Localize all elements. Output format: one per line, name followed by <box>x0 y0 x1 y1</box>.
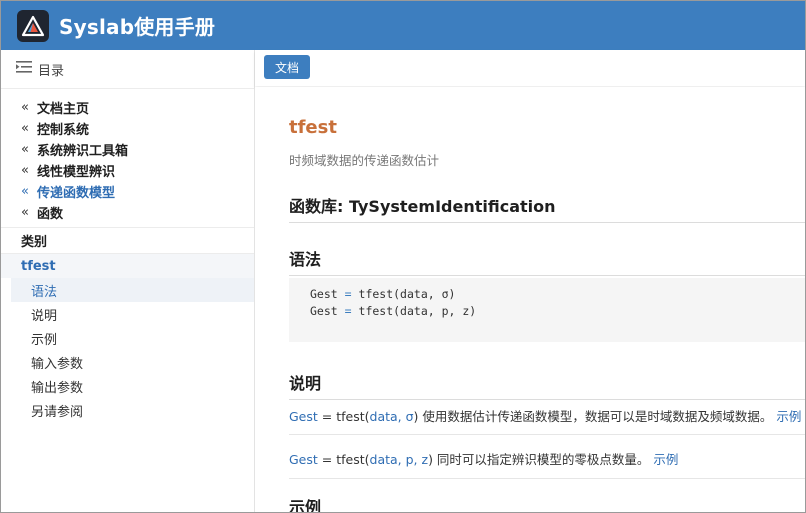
output-var: Gest <box>289 452 318 467</box>
syslab-logo-icon <box>17 9 49 42</box>
subnav-examples[interactable]: 示例 <box>1 326 254 350</box>
doc-button[interactable]: 文档 <box>264 55 310 79</box>
code-call: tfest(data, p, z) <box>358 304 477 318</box>
code-block: Gest = tfest(data, σ) Gest = tfest(data,… <box>289 278 805 342</box>
description-entry: Gest = tfest(data, σ) 使用数据估计传递函数模型，数据可以是… <box>289 406 805 425</box>
code-operator: = <box>344 304 352 318</box>
current-page-link[interactable]: tfest <box>1 253 254 278</box>
code-line: Gest = tfest(data, p, z) <box>310 304 476 318</box>
double-chevron-left-icon: « <box>21 184 29 199</box>
nav-item-functions[interactable]: « 函数 <box>1 202 254 223</box>
equals: = <box>317 452 337 467</box>
code-call: tfest(data, σ) <box>358 287 456 301</box>
nav-item-label: 系统辨识工具箱 <box>37 144 129 159</box>
nav-item-sysid-toolbox[interactable]: « 系统辨识工具箱 <box>1 139 254 160</box>
double-chevron-left-icon: « <box>21 121 29 136</box>
toc-label: 目录 <box>38 63 65 79</box>
subnav-input-args[interactable]: 输入参数 <box>1 350 254 374</box>
toc-header[interactable]: 目录 <box>1 50 254 89</box>
code-var: Gest <box>310 304 338 318</box>
example-link[interactable]: 示例 <box>776 409 801 424</box>
list-indent-icon[interactable] <box>16 60 32 78</box>
subnav-output-args[interactable]: 输出参数 <box>1 374 254 398</box>
description-heading: 说明 <box>289 370 805 400</box>
example-link[interactable]: 示例 <box>653 452 678 467</box>
examples-heading: 示例 <box>289 498 322 512</box>
divider <box>289 434 805 435</box>
argument-list: data, σ <box>369 409 414 424</box>
double-chevron-left-icon: « <box>21 142 29 157</box>
sidebar: 目录 « 文档主页 « 控制系统 « 系统辨识工具箱 « 线性模型辨识 « 传递… <box>1 50 255 512</box>
subnav-syntax[interactable]: 语法 <box>11 278 254 302</box>
argument-list: data, p, z <box>369 452 429 467</box>
double-chevron-left-icon: « <box>21 163 29 178</box>
subnav-description[interactable]: 说明 <box>1 302 254 326</box>
nav-item-control-system[interactable]: « 控制系统 <box>1 118 254 139</box>
library-heading: 函数库: TySystemIdentification <box>289 193 805 223</box>
nav-item-label: 线性模型辨识 <box>37 165 116 180</box>
code-line: Gest = tfest(data, σ) <box>310 287 455 301</box>
breadcrumb-nav: « 文档主页 « 控制系统 « 系统辨识工具箱 « 线性模型辨识 « 传递函数模… <box>1 89 254 228</box>
double-chevron-left-icon: « <box>21 205 29 220</box>
double-chevron-left-icon: « <box>21 100 29 115</box>
description-text: 同时可以指定辨识模型的零极点数量。 <box>432 452 650 467</box>
category-label[interactable]: 类别 <box>1 228 254 253</box>
nav-item-doc-home[interactable]: « 文档主页 <box>1 97 254 118</box>
syntax-heading: 语法 <box>289 246 805 276</box>
nav-item-label: 传递函数模型 <box>37 186 116 201</box>
code-var: Gest <box>310 287 338 301</box>
description-entry: Gest = tfest(data, p, z) 同时可以指定辨识模型的零极点数… <box>289 449 805 468</box>
page-title: tfest <box>289 117 337 138</box>
page-subtitle: 时频域数据的传递函数估计 <box>289 153 440 168</box>
function-name: tfest( <box>336 452 370 467</box>
description-text: 使用数据估计传递函数模型，数据可以是时域数据及频域数据。 <box>418 409 773 424</box>
main-content: tfest 时频域数据的传递函数估计 函数库: TySystemIdentifi… <box>255 87 805 512</box>
nav-item-linear-model[interactable]: « 线性模型辨识 <box>1 160 254 181</box>
nav-item-label: 函数 <box>37 207 64 222</box>
app-title: Syslab使用手册 <box>59 15 216 39</box>
nav-item-label: 文档主页 <box>37 102 90 117</box>
divider <box>289 478 805 479</box>
function-name: tfest( <box>336 409 370 424</box>
equals: = <box>317 409 337 424</box>
subnav-see-also[interactable]: 另请参阅 <box>1 398 254 422</box>
doc-toolbar: 文档 <box>255 50 805 86</box>
code-operator: = <box>344 287 352 301</box>
nav-item-transfer-function[interactable]: « 传递函数模型 <box>1 181 254 202</box>
nav-item-label: 控制系统 <box>37 123 90 138</box>
app-header: Syslab使用手册 <box>1 1 805 50</box>
output-var: Gest <box>289 409 318 424</box>
